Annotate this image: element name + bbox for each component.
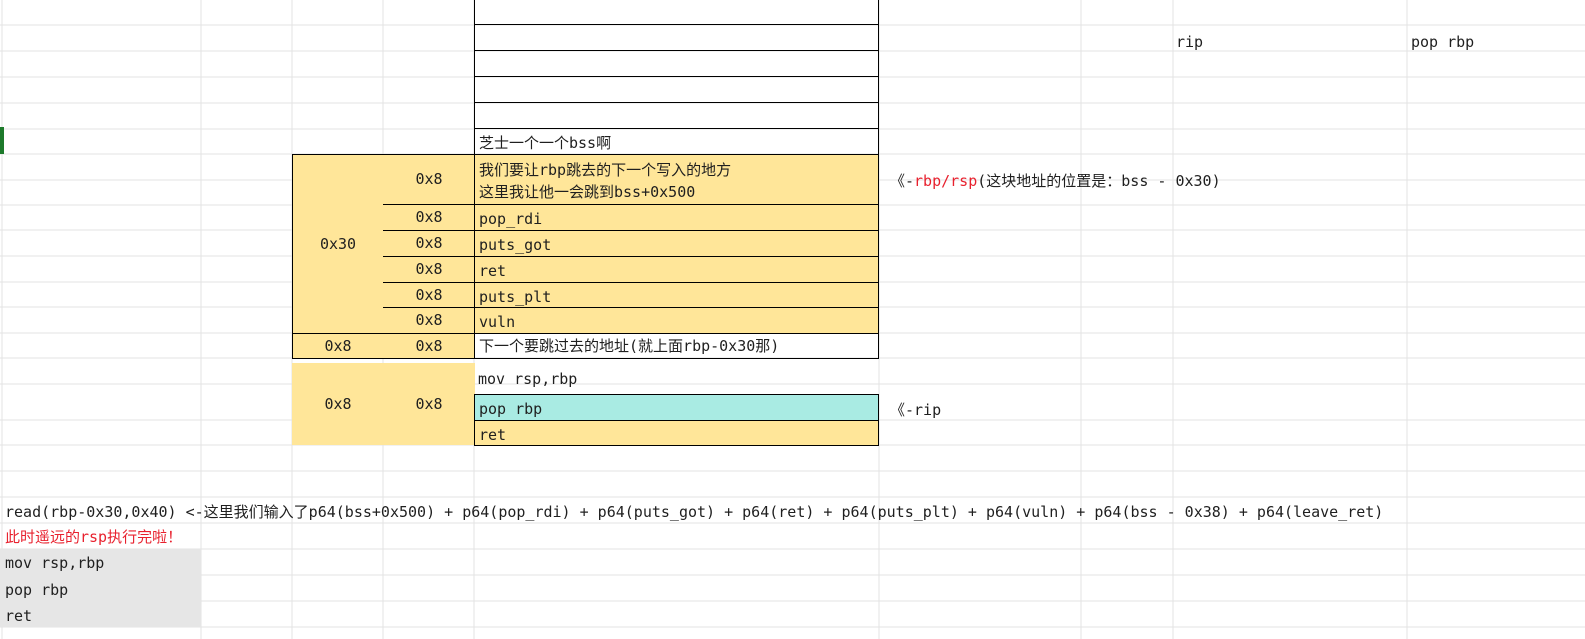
pointer-suffix: (这块地址的位置是：bss - 0x30) (977, 172, 1221, 190)
size-cell[interactable]: 0x8 (383, 230, 475, 257)
stack-cell-vuln[interactable]: vuln (474, 307, 879, 334)
cell-rip[interactable]: rip (1176, 32, 1203, 52)
frame-size-saved-rbp[interactable]: 0x8 (292, 333, 384, 359)
stack-cell-next-write[interactable]: 我们要让rbp跳去的下一个写入的地方 这里我让他一会跳到bss+0x500 (474, 154, 879, 205)
size-cell[interactable]: 0x8 (383, 204, 475, 231)
stack-cell-puts-plt[interactable]: puts_plt (474, 282, 879, 308)
stack-cell-empty[interactable] (474, 0, 879, 25)
instr-pop-rbp[interactable]: pop rbp (474, 394, 879, 421)
size-cell[interactable]: 0x8 (383, 307, 475, 334)
stack-cell-pop-rdi[interactable]: pop_rdi (474, 204, 879, 231)
instr-ret[interactable]: ret (474, 420, 879, 446)
stack-cell-empty[interactable] (474, 24, 879, 51)
size-cell[interactable]: 0x8 (383, 256, 475, 283)
size-cell[interactable]: 0x8 (383, 363, 475, 445)
code-line[interactable]: ret (0, 601, 201, 627)
size-cell[interactable]: 0x8 (383, 282, 475, 308)
rbp-rsp-pointer-note[interactable]: 《-rbp/rsp(这块地址的位置是：bss - 0x30) (890, 171, 1221, 191)
code-line[interactable]: pop rbp (0, 575, 201, 601)
rip-pointer-note[interactable]: 《-rip (890, 400, 941, 420)
frame-size-0x30[interactable]: 0x30 (292, 154, 384, 334)
rsp-done-line[interactable]: 此时遥远的rsp执行完啦！ (5, 527, 182, 547)
frame-size-leave[interactable]: 0x8 (292, 363, 384, 445)
pointer-prefix: 《- (890, 172, 915, 190)
stack-cell-saved-rbp[interactable]: 下一个要跳过去的地址(就上面rbp-0x30那) (474, 333, 879, 359)
stack-cell-ret[interactable]: ret (474, 256, 879, 283)
active-cell-indicator (0, 127, 4, 154)
instr-mov-rsp-rbp[interactable]: mov rsp,rbp (474, 367, 879, 394)
stack-cell-empty[interactable] (474, 76, 879, 103)
size-cell[interactable]: 0x8 (383, 333, 475, 359)
stack-cell-bss[interactable]: 芝士一个一个bss啊 (474, 128, 879, 155)
stack-cell-empty[interactable] (474, 50, 879, 77)
stack-cell-empty[interactable] (474, 102, 879, 129)
pointer-register: rbp/rsp (914, 172, 978, 190)
stack-cell-line-2: 这里我让他一会跳到bss+0x500 (479, 183, 696, 201)
cell-pop-rbp[interactable]: pop rbp (1411, 32, 1474, 52)
code-line[interactable]: mov rsp,rbp (0, 549, 201, 575)
stack-cell-line-1: 我们要让rbp跳去的下一个写入的地方 (479, 161, 732, 179)
size-cell[interactable]: 0x8 (383, 154, 475, 205)
stack-cell-puts-got[interactable]: puts_got (474, 230, 879, 257)
read-payload-line[interactable]: read(rbp-0x30,0x40) <-这里我们输入了p64(bss+0x5… (5, 502, 1383, 522)
